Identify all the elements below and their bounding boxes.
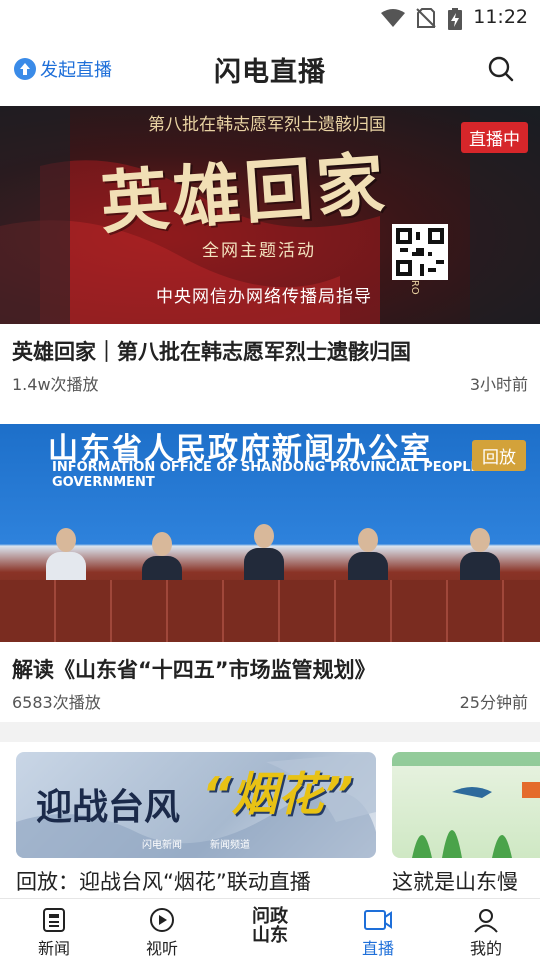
- horizontal-live-row: 迎战台风 “烟花” 闪电新闻 新闻频道 回放：迎战台风“烟花”联动直播 这就是山…: [0, 742, 540, 898]
- speaker-figure: [460, 528, 500, 590]
- typhoon-name: “烟花”: [202, 767, 354, 821]
- publish-time: 3小时前: [469, 375, 528, 394]
- typhoon-thumbnail[interactable]: 迎战台风 “烟花” 闪电新闻 新闻频道: [16, 752, 376, 858]
- nav-label: 直播: [361, 939, 394, 958]
- wenzheng-logo-icon: 问政 山东: [252, 906, 288, 946]
- status-bar: 11:22: [0, 0, 540, 36]
- section-divider: [0, 722, 540, 742]
- replay-title[interactable]: 解读《山东省“十四五”市场监管规划》: [12, 654, 376, 684]
- live-status-badge: 直播中: [461, 122, 528, 153]
- battery-charging-icon: [448, 8, 462, 30]
- typhoon-headline: 迎战台风: [36, 787, 181, 828]
- page-title: 闪电直播: [214, 57, 326, 88]
- shandong-thumbnail[interactable]: [392, 752, 540, 858]
- play-count: 1.4w次播放: [12, 375, 99, 394]
- podium-table: [0, 580, 540, 642]
- bird-and-grass-illustration: [392, 752, 540, 858]
- play-count: 6583次播放: [12, 693, 101, 712]
- publish-time: 25分钟前: [459, 693, 528, 712]
- bottom-nav: 新闻 视听 问政 山东 直播 我的: [0, 898, 540, 960]
- news-icon: [43, 908, 65, 932]
- speaker-figure: [348, 528, 388, 590]
- divider: [0, 404, 540, 424]
- search-icon[interactable]: [486, 54, 516, 84]
- nav-label: 新闻: [37, 939, 70, 958]
- app-header: 发起直播 闪电直播: [0, 36, 540, 104]
- speaker-figure: [244, 524, 284, 586]
- speaker-figure: [46, 528, 86, 590]
- live-title[interactable]: 英雄回家｜第八批在韩志愿军烈士遗骸归国: [12, 336, 411, 366]
- nav-wenzheng[interactable]: 问政 山东: [216, 899, 324, 960]
- banner-guide-text: 中央网信办网络传播局指导: [156, 287, 372, 307]
- channel-logo-2: 新闻频道: [210, 840, 250, 851]
- nav-label: 视听: [145, 939, 178, 958]
- screen: 11:22 发起直播 闪电直播 第八批在韩志愿军烈士遗骸归国 英雄回家 HERO…: [0, 0, 540, 960]
- nav-label: 我的: [469, 939, 502, 958]
- profile-icon: [474, 909, 498, 933]
- replay-thumbnail[interactable]: 山东省人民政府新闻办公室 INFORMATION OFFICE OF SHAND…: [0, 424, 540, 642]
- live-tv-icon: [364, 910, 392, 930]
- channel-logo-1: 闪电新闻: [142, 840, 182, 851]
- replay-status-badge: 回放: [472, 440, 526, 471]
- nav-news[interactable]: 新闻: [0, 899, 108, 960]
- typhoon-caption[interactable]: 回放：迎战台风“烟花”联动直播: [16, 866, 311, 896]
- nav-media[interactable]: 视听: [108, 899, 216, 960]
- play-circle-icon: [150, 908, 174, 932]
- wifi-icon: [381, 9, 405, 27]
- no-sim-icon: [416, 8, 436, 28]
- qr-code-icon: [392, 224, 448, 280]
- banner-calligraphy-title: 英雄回家: [98, 144, 391, 244]
- shandong-caption[interactable]: 这就是山东慢: [392, 866, 540, 896]
- nav-live[interactable]: 直播: [324, 899, 432, 960]
- backdrop-english-text: INFORMATION OFFICE OF SHANDONG PROVINCIA…: [52, 460, 493, 490]
- nav-profile[interactable]: 我的: [432, 899, 540, 960]
- status-time: 11:22: [473, 6, 528, 28]
- banner-activity-text: 全网主题活动: [202, 241, 316, 261]
- live-thumbnail[interactable]: 第八批在韩志愿军烈士遗骸归国 英雄回家 HERO 全网主题活动 中央网信办网络传…: [0, 106, 540, 324]
